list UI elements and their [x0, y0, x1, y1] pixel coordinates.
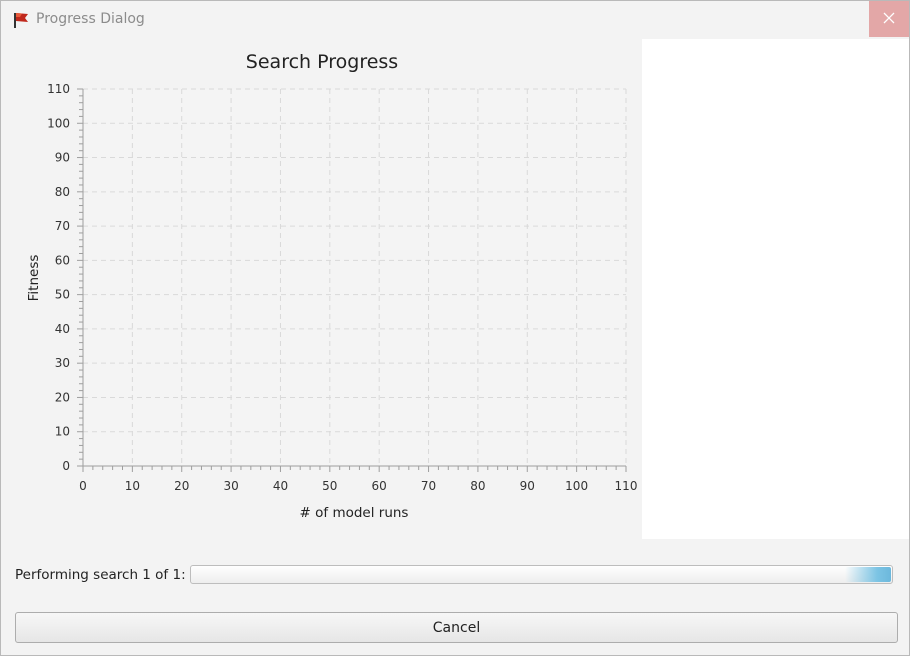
x-tick-label: 110: [615, 479, 638, 493]
x-tick-label: 30: [223, 479, 238, 493]
x-tick-label: 60: [372, 479, 387, 493]
y-tick-label: 80: [55, 185, 70, 199]
y-tick-label: 10: [55, 425, 70, 439]
app-flag-icon: [12, 11, 30, 29]
y-tick-label: 50: [55, 288, 70, 302]
plot-background: [83, 89, 626, 466]
y-tick-label: 90: [55, 151, 70, 165]
y-tick-label: 30: [55, 356, 70, 370]
progress-dialog-window: Progress Dialog 0 10 20 30 40 50 60 70 80 90 100 11…: [0, 0, 910, 656]
status-label: Performing search 1 of 1:: [15, 567, 186, 583]
y-tick-label: 110: [47, 82, 70, 96]
x-tick-label: 90: [520, 479, 535, 493]
search-progress-bar: [190, 565, 893, 584]
y-tick-label: 40: [55, 322, 70, 336]
x-tick-label: 0: [79, 479, 87, 493]
y-axis-label: Fitness: [26, 255, 42, 302]
y-tick-label: 70: [55, 219, 70, 233]
y-tick-label: 20: [55, 390, 70, 404]
y-tick-label: 100: [47, 116, 70, 130]
y-tick-label: 0: [62, 459, 70, 473]
close-button[interactable]: [869, 1, 909, 37]
x-axis-label: # of model runs: [300, 505, 409, 521]
close-icon: [882, 10, 896, 29]
x-tick-label: 10: [125, 479, 140, 493]
x-tick-label: 40: [273, 479, 288, 493]
y-tick-label: 60: [55, 253, 70, 267]
x-tick-label: 20: [174, 479, 189, 493]
cancel-button[interactable]: Cancel: [15, 612, 898, 643]
x-tick-label: 50: [322, 479, 337, 493]
chart-svg: 0 10 20 30 40 50 60 70 80 90 100 110 0 10 20 30 40 50 60 70…: [26, 51, 638, 521]
x-tick-label: 70: [421, 479, 436, 493]
x-tick-label: 100: [565, 479, 588, 493]
x-tick-label: 80: [470, 479, 485, 493]
window-title: Progress Dialog: [36, 11, 145, 27]
title-bar[interactable]: Progress Dialog: [1, 1, 909, 38]
chart-title: Search Progress: [246, 51, 398, 73]
progress-indicator: [845, 567, 891, 582]
side-panel: [642, 39, 909, 539]
search-progress-chart: 0 10 20 30 40 50 60 70 80 90 100 110 0 10 20 30 40 50 60 70…: [1, 38, 641, 538]
